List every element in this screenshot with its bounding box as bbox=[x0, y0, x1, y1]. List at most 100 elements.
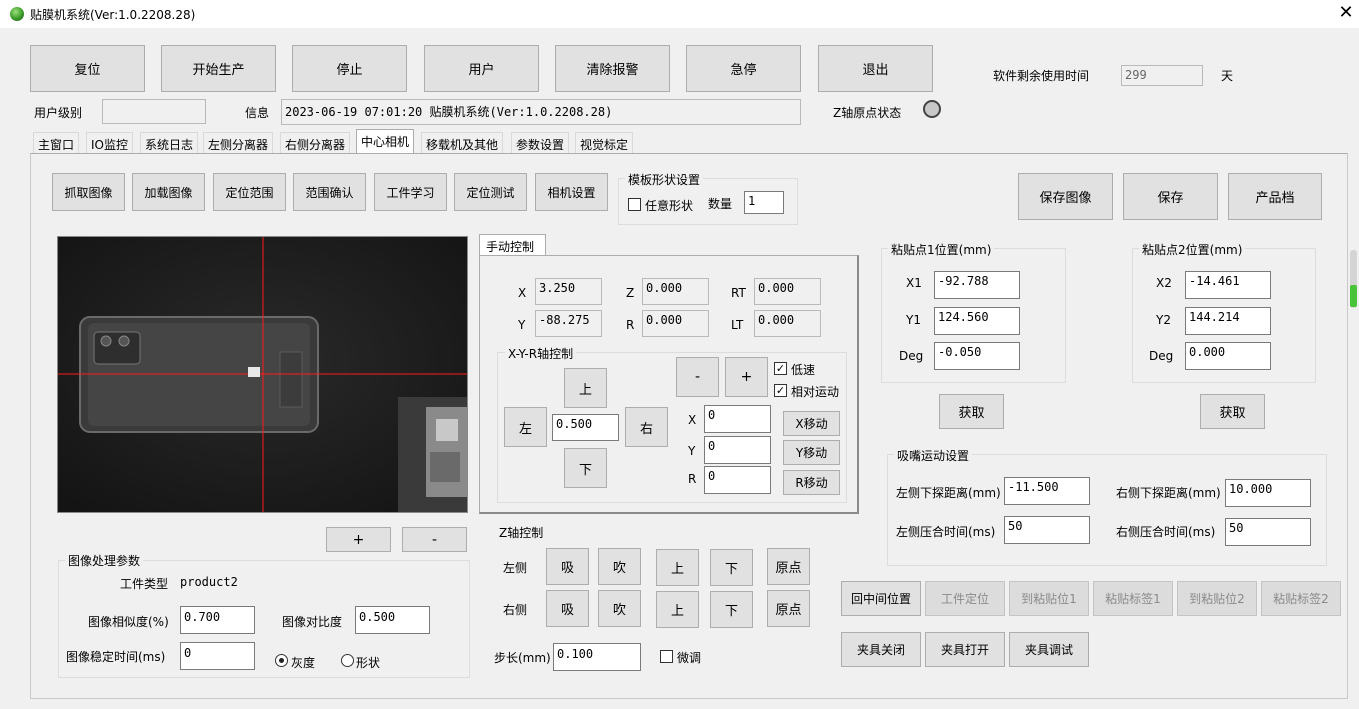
fine-tune-checkbox[interactable] bbox=[660, 650, 673, 663]
z-step-input[interactable]: 0.100 bbox=[553, 643, 641, 671]
left-z-home-button[interactable]: 原点 bbox=[767, 548, 810, 585]
left-z-down-button[interactable]: 下 bbox=[710, 549, 753, 586]
load-image-button[interactable]: 加载图像 bbox=[132, 173, 205, 211]
fixture-close-button[interactable]: 夹具关闭 bbox=[841, 632, 921, 667]
low-speed-checkbox[interactable]: ✓ bbox=[774, 362, 787, 375]
save-button[interactable]: 保存 bbox=[1123, 173, 1218, 220]
shape-mode-radio[interactable] bbox=[341, 654, 354, 667]
x-move-button[interactable]: X移动 bbox=[783, 411, 840, 436]
fixture-open-button[interactable]: 夹具打开 bbox=[925, 632, 1005, 667]
reset-button[interactable]: 复位 bbox=[30, 45, 145, 92]
goto-paste1-button[interactable]: 到粘贴位1 bbox=[1009, 581, 1089, 616]
product-file-button[interactable]: 产品档 bbox=[1228, 173, 1322, 220]
left-suck-button[interactable]: 吸 bbox=[546, 548, 589, 585]
right-z-home-button[interactable]: 原点 bbox=[767, 590, 810, 627]
confirm-range-button[interactable]: 范围确认 bbox=[293, 173, 366, 211]
jog-down-button[interactable]: 下 bbox=[564, 448, 607, 488]
stable-time-input[interactable]: 0 bbox=[180, 642, 255, 670]
scrollbar-track[interactable] bbox=[1349, 28, 1359, 709]
any-shape-label: 任意形状 bbox=[645, 199, 694, 213]
low-speed-label: 低速 bbox=[791, 363, 816, 377]
pos-r-label: R bbox=[626, 318, 635, 332]
move-y-input[interactable]: 0 bbox=[704, 436, 771, 464]
move-x-input[interactable]: 0 bbox=[704, 405, 771, 433]
paste-label2-button[interactable]: 粘贴标签2 bbox=[1261, 581, 1341, 616]
save-image-button[interactable]: 保存图像 bbox=[1018, 173, 1113, 220]
jog-left-button[interactable]: 左 bbox=[504, 407, 547, 447]
camera-image-view[interactable] bbox=[57, 236, 468, 513]
right-down-distance-input[interactable]: 10.000 bbox=[1225, 479, 1311, 507]
right-press-time-input[interactable]: 50 bbox=[1225, 518, 1311, 546]
zoom-in-button[interactable]: + bbox=[326, 527, 391, 552]
paste2-y-input[interactable]: 144.214 bbox=[1185, 307, 1271, 335]
tab-main[interactable]: 主窗口 bbox=[33, 132, 80, 153]
tab-right-separator[interactable]: 右侧分离器 bbox=[280, 132, 351, 153]
start-production-button[interactable]: 开始生产 bbox=[161, 45, 276, 92]
gray-mode-radio[interactable] bbox=[275, 654, 288, 667]
return-center-button[interactable]: 回中间位置 bbox=[841, 581, 921, 616]
tab-io-monitor[interactable]: IO监控 bbox=[86, 132, 133, 153]
z-control-title: Z轴控制 bbox=[499, 526, 544, 540]
zoom-out-button[interactable]: - bbox=[402, 527, 467, 552]
z-home-status-label: Z轴原点状态 bbox=[833, 106, 902, 120]
r-move-button[interactable]: R移动 bbox=[783, 470, 840, 495]
right-z-down-button[interactable]: 下 bbox=[710, 591, 753, 628]
nozzle-motion-title: 吸嘴运动设置 bbox=[894, 447, 973, 464]
fixture-debug-button[interactable]: 夹具调试 bbox=[1009, 632, 1089, 667]
paste2-get-button[interactable]: 获取 bbox=[1200, 394, 1265, 429]
tab-left-separator[interactable]: 左侧分离器 bbox=[203, 132, 274, 153]
emergency-stop-button[interactable]: 急停 bbox=[686, 45, 801, 92]
jog-up-button[interactable]: 上 bbox=[564, 368, 607, 408]
info-field: 2023-06-19 07:01:20 贴膜机系统(Ver:1.0.2208.2… bbox=[281, 99, 801, 125]
pos-lt-label: LT bbox=[731, 318, 744, 332]
locate-test-button[interactable]: 定位测试 bbox=[454, 173, 527, 211]
tab-system-log[interactable]: 系统日志 bbox=[140, 132, 199, 153]
any-shape-checkbox[interactable] bbox=[628, 198, 641, 211]
pos-z-field: 0.000 bbox=[642, 278, 709, 305]
window-title: 贴膜机系统(Ver:1.0.2208.28) bbox=[30, 8, 196, 22]
paste1-x-input[interactable]: -92.788 bbox=[934, 271, 1020, 299]
left-z-up-button[interactable]: 上 bbox=[656, 549, 699, 586]
tab-vision-calibration[interactable]: 视觉标定 bbox=[575, 132, 634, 153]
left-down-distance-input[interactable]: -11.500 bbox=[1004, 477, 1090, 505]
left-press-time-input[interactable]: 50 bbox=[1004, 516, 1090, 544]
camera-image bbox=[58, 237, 467, 512]
gray-mode-label: 灰度 bbox=[291, 656, 316, 670]
tab-transfer-other[interactable]: 移载机及其他 bbox=[421, 132, 504, 153]
similarity-input[interactable]: 0.700 bbox=[180, 606, 255, 634]
clear-alarm-button[interactable]: 清除报警 bbox=[555, 45, 670, 92]
paste2-x-label: X2 bbox=[1156, 276, 1172, 290]
tab-center-camera[interactable]: 中心相机 bbox=[356, 129, 415, 154]
locate-range-button[interactable]: 定位范围 bbox=[213, 173, 286, 211]
paste2-x-input[interactable]: -14.461 bbox=[1185, 271, 1271, 299]
goto-paste2-button[interactable]: 到粘贴位2 bbox=[1177, 581, 1257, 616]
right-suck-button[interactable]: 吸 bbox=[546, 590, 589, 627]
grab-image-button[interactable]: 抓取图像 bbox=[52, 173, 125, 211]
exit-button[interactable]: 退出 bbox=[818, 45, 933, 92]
right-z-up-button[interactable]: 上 bbox=[656, 591, 699, 628]
paste1-get-button[interactable]: 获取 bbox=[939, 394, 1004, 429]
close-icon[interactable]: ✕ bbox=[1336, 2, 1356, 24]
y-move-button[interactable]: Y移动 bbox=[783, 440, 840, 465]
jog-right-button[interactable]: 右 bbox=[625, 407, 668, 447]
stop-button[interactable]: 停止 bbox=[292, 45, 407, 92]
right-blow-button[interactable]: 吹 bbox=[598, 590, 641, 627]
paste1-y-input[interactable]: 124.560 bbox=[934, 307, 1020, 335]
relative-move-checkbox[interactable]: ✓ bbox=[774, 384, 787, 397]
camera-settings-button[interactable]: 相机设置 bbox=[535, 173, 608, 211]
learn-workpiece-button[interactable]: 工件学习 bbox=[374, 173, 447, 211]
paste1-deg-input[interactable]: -0.050 bbox=[934, 342, 1020, 370]
paste2-deg-input[interactable]: 0.000 bbox=[1185, 342, 1271, 370]
workpiece-locate-button[interactable]: 工件定位 bbox=[925, 581, 1005, 616]
count-input[interactable]: 1 bbox=[744, 191, 784, 214]
paste-label1-button[interactable]: 粘贴标签1 bbox=[1093, 581, 1173, 616]
contrast-input[interactable]: 0.500 bbox=[355, 606, 430, 634]
jog-step-input[interactable]: 0.500 bbox=[552, 414, 619, 441]
move-r-input[interactable]: 0 bbox=[704, 466, 771, 494]
user-button[interactable]: 用户 bbox=[424, 45, 539, 92]
manual-control-tab[interactable]: 手动控制 bbox=[479, 234, 546, 256]
r-plus-button[interactable]: + bbox=[725, 357, 768, 397]
tab-parameters[interactable]: 参数设置 bbox=[511, 132, 570, 153]
left-blow-button[interactable]: 吹 bbox=[598, 548, 641, 585]
r-minus-button[interactable]: - bbox=[676, 357, 719, 397]
